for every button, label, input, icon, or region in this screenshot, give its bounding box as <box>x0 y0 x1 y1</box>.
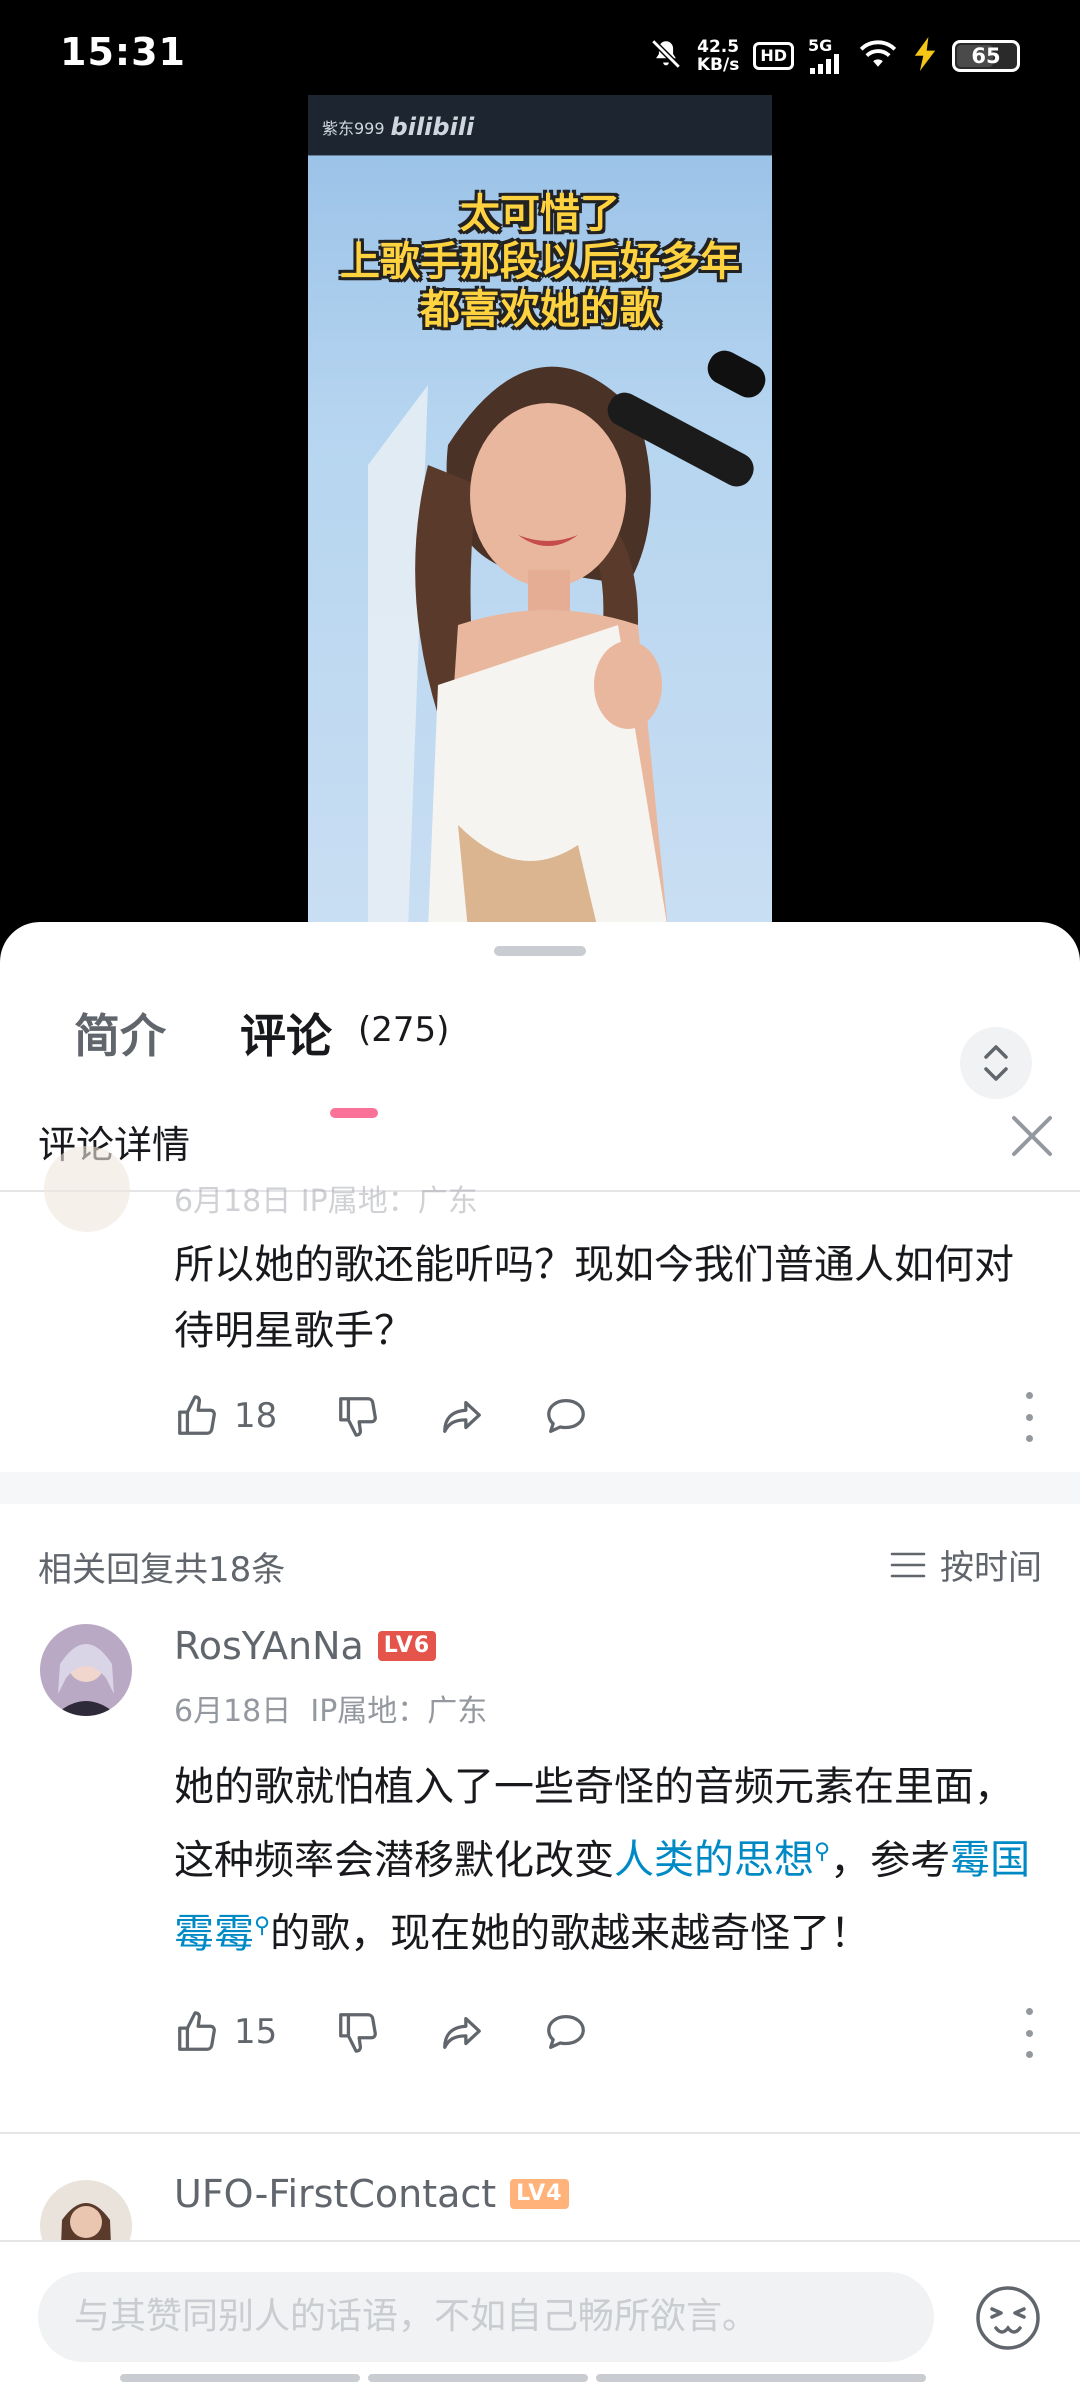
reply-actions: 15 <box>174 2002 1044 2062</box>
reply-text: 她的歌就怕植入了一些奇怪的音频元素在里面，这种频率会潜移默化改变人类的思想⚲，参… <box>174 1754 1044 1967</box>
parent-comment-meta: 6月18日 IP属地：广东 <box>174 1184 478 1219</box>
video-watermark: 紫东999 bilibili <box>322 113 474 141</box>
reply-username[interactable]: UFO-FirstContact LV4 <box>174 2172 569 2216</box>
chevron-up-down-icon <box>984 1045 1008 1081</box>
comments-sheet: 简介 评论 (275) 评论详情 6月18日 IP属地：广东 所以她的歌还能听吗… <box>0 922 1080 2388</box>
username-text: RosYAnNa <box>174 1624 364 1668</box>
reply-text-segment: ，参考 <box>830 1837 951 1884</box>
replies-count: 相关回复共18条 <box>38 1550 286 1590</box>
share-button[interactable] <box>439 2009 485 2055</box>
link-text: 人类的思想 <box>614 1837 814 1884</box>
video-singer-illustration <box>368 350 766 930</box>
thumbs-up-icon <box>178 2011 216 2051</box>
share-icon <box>443 1400 482 1433</box>
network-type: 5G <box>808 36 833 55</box>
list-sort-icon <box>890 1552 926 1577</box>
net-speed-value: 42.5 <box>697 37 740 57</box>
video-caption: 太可惜了 上歌手那段以后好多年 都喜欢她的歌 <box>308 190 772 334</box>
net-speed-unit: KB/s <box>696 55 740 75</box>
share-icon <box>443 2016 482 2049</box>
comment-input-bar: 与其赞同别人的话语，不如自己畅所欲言。 <box>0 2240 1080 2388</box>
net-speed: 42.5 KB/s <box>697 38 739 74</box>
like-button[interactable]: 15 <box>174 2009 277 2055</box>
status-icons: 42.5 KB/s HD 5G 65 <box>649 32 1020 80</box>
username-text: UFO-FirstContact <box>174 2172 497 2216</box>
caption-line-2: 上歌手那段以后好多年 <box>340 239 740 285</box>
thumbs-down-icon <box>339 2013 378 2053</box>
tab-intro[interactable]: 简介 <box>74 1000 166 1066</box>
thumbs-down-icon <box>339 1397 378 1437</box>
comment-bubble-icon <box>547 2015 586 2049</box>
like-count: 18 <box>234 1396 278 1436</box>
avatar[interactable] <box>44 1146 130 1232</box>
status-time: 15:31 <box>60 30 186 74</box>
comment-detail-header: 评论详情 <box>0 1082 1080 1192</box>
section-divider <box>0 1472 1080 1504</box>
reply-meta: 6月18日 IP属地：广东 <box>174 1686 487 1730</box>
parent-comment: 6月18日 IP属地：广东 所以她的歌还能听吗？现如今我们普通人如何对待明星歌手… <box>0 1146 1080 1442</box>
more-options-icon[interactable] <box>1014 2008 1044 2058</box>
reply-ip: IP属地：广东 <box>310 1694 488 1729</box>
reply-button[interactable] <box>543 2009 589 2055</box>
search-icon: ⚲ <box>254 1913 271 1939</box>
replies-header: 相关回复共18条 按时间 <box>0 1504 1080 1614</box>
reply-date: 6月18日 <box>174 1694 292 1729</box>
hd-badge: HD <box>753 42 794 70</box>
more-options-icon[interactable] <box>1014 1392 1044 1442</box>
parent-comment-actions: 18 <box>174 1386 1044 1446</box>
caption-line-1: 太可惜了 <box>460 191 620 237</box>
system-nav-bar[interactable] <box>120 2374 960 2382</box>
dislike-button[interactable] <box>335 1393 381 1439</box>
sort-label: 按时间 <box>940 1548 1042 1588</box>
search-link-thought[interactable]: 人类的思想⚲ <box>614 1837 830 1883</box>
wifi-icon <box>858 38 898 74</box>
sort-by-time-button[interactable]: 按时间 <box>890 1540 1042 1589</box>
reply-text-segment: 的歌，现在她的歌越来越奇怪了！ <box>270 1910 871 1957</box>
drag-handle[interactable] <box>494 946 586 956</box>
tab-bar: 简介 评论 (275) <box>0 982 1080 1118</box>
tab-comments[interactable]: 评论 <box>240 1000 332 1066</box>
close-icon[interactable] <box>1004 1108 1060 1164</box>
battery-icon: 65 <box>952 40 1020 72</box>
battery-level: 65 <box>971 44 1001 68</box>
reply-username[interactable]: RosYAnNa LV6 <box>174 1624 437 1668</box>
level-badge: LV4 <box>510 2179 569 2209</box>
reply-button[interactable] <box>543 1393 589 1439</box>
like-count: 15 <box>234 2012 278 2052</box>
signal-icon: 5G <box>808 38 844 74</box>
level-badge: LV6 <box>377 1631 437 1661</box>
video-frame[interactable]: 紫东999 bilibili 太可惜了 上歌手那段以后好多年 都喜欢她的歌 <box>308 95 772 930</box>
charging-icon <box>912 37 938 75</box>
mute-icon <box>649 37 683 75</box>
search-icon: ⚲ <box>814 1840 831 1865</box>
watermark-user: 紫东999 <box>322 119 385 138</box>
emoji-icon[interactable] <box>972 2282 1044 2354</box>
thumbs-up-icon <box>178 1395 216 1435</box>
video-player[interactable]: 紫东999 bilibili 太可惜了 上歌手那段以后好多年 都喜欢她的歌 <box>0 90 1080 930</box>
reply-item: RosYAnNa LV6 6月18日 IP属地：广东 她的歌就怕植入了一些奇怪的… <box>0 1614 1080 2062</box>
comment-input[interactable]: 与其赞同别人的话语，不如自己畅所欲言。 <box>38 2272 934 2362</box>
comments-count: (275) <box>358 1010 450 1050</box>
parent-comment-text: 所以她的歌还能听吗？现如今我们普通人如何对待明星歌手？ <box>174 1242 1014 1354</box>
dislike-button[interactable] <box>335 2009 381 2055</box>
like-button[interactable]: 18 <box>174 1393 277 1439</box>
comment-bubble-icon <box>547 1399 586 1433</box>
reply-divider <box>0 2132 1080 2134</box>
share-button[interactable] <box>439 1393 485 1439</box>
avatar[interactable] <box>40 1624 132 1716</box>
watermark-brand: bilibili <box>390 113 475 141</box>
